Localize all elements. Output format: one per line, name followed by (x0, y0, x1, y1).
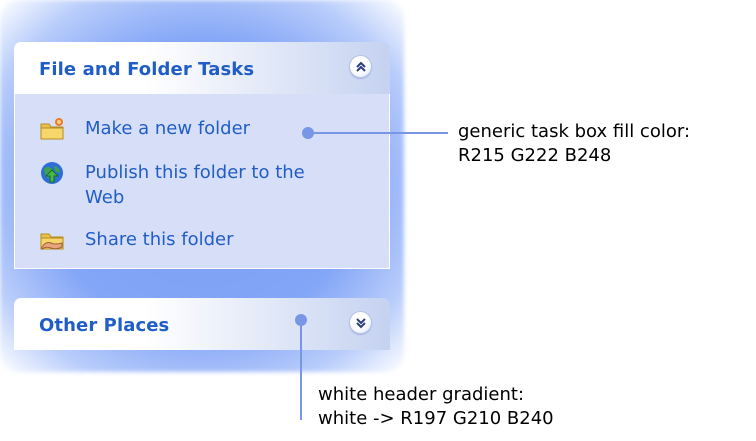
header-callout-line (300, 320, 302, 420)
chevron-down-double-icon (355, 317, 366, 328)
header-gradient-annotation: white header gradient: white -> R197 G21… (318, 383, 554, 431)
task-item-publish-web[interactable]: Publish this folder to the Web (39, 160, 335, 210)
task-item-label: Make a new folder (85, 118, 251, 139)
fill-color-annotation: generic task box fill color: R215 G222 B… (458, 120, 690, 168)
other-places-header[interactable]: Other Places (14, 298, 390, 350)
task-pane: File and Folder Tasks Make a new folder … (0, 0, 404, 372)
file-folder-tasks-title: File and Folder Tasks (39, 59, 255, 80)
task-item-make-new-folder[interactable]: Make a new folder (39, 116, 335, 142)
fill-annotation-line1: generic task box fill color: (458, 121, 691, 142)
task-item-label: Share this folder (85, 229, 234, 250)
expand-button[interactable] (349, 311, 372, 334)
other-places-box: Other Places (14, 298, 390, 350)
file-folder-tasks-box: File and Folder Tasks Make a new folder … (14, 42, 390, 269)
file-folder-tasks-header[interactable]: File and Folder Tasks (14, 42, 390, 94)
fill-callout-line (308, 132, 448, 134)
chevron-up-double-icon (355, 61, 366, 72)
new-folder-icon (39, 116, 65, 142)
task-item-label: Publish this folder to the Web (85, 162, 305, 208)
header-annotation-line2: white -> R197 G210 B240 (318, 408, 554, 429)
publish-web-icon (39, 160, 65, 186)
other-places-title: Other Places (39, 315, 170, 336)
fill-annotation-line2: R215 G222 B248 (458, 145, 612, 166)
collapse-button[interactable] (349, 55, 372, 78)
task-item-share-folder[interactable]: Share this folder (39, 227, 335, 253)
file-folder-tasks-body: Make a new folder Publish this folder to… (14, 94, 390, 269)
header-annotation-line1: white header gradient: (318, 384, 525, 405)
share-folder-icon (39, 227, 65, 253)
